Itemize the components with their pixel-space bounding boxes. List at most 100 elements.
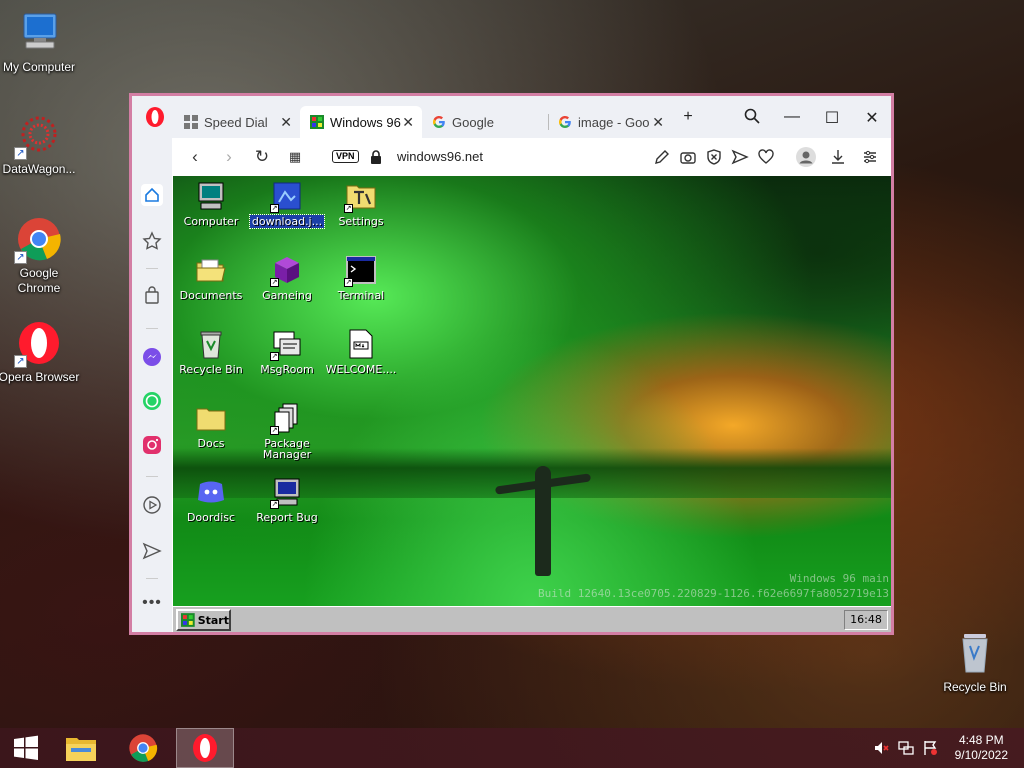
w96-icon-report-bug[interactable]: ↗ Report Bug — [249, 476, 325, 523]
download-icon[interactable] — [829, 148, 847, 166]
url-field[interactable]: windows96.net — [397, 149, 483, 164]
build-watermark-build: Build 12640.13ce0705.220829-1126.f62e669… — [538, 587, 889, 600]
w96-icon-label: Documents — [179, 289, 243, 302]
desktop-icon-opera-browser[interactable]: ↗ Opera Browser — [0, 320, 81, 385]
w96-icon-recycle-bin[interactable]: Recycle Bin — [173, 328, 249, 375]
sidebar-divider — [146, 268, 158, 269]
close-window-button[interactable]: ✕ — [860, 108, 884, 128]
w96-icon-label: Gameing — [262, 289, 312, 302]
w96-start-button[interactable]: Start — [176, 609, 231, 631]
instagram-icon[interactable] — [141, 434, 163, 456]
shortcut-arrow-icon: ↗ — [14, 147, 27, 160]
opera-menu-icon[interactable] — [144, 106, 166, 128]
package-manager-icon: ↗ — [270, 402, 303, 435]
close-tab-icon[interactable]: ✕ — [652, 114, 664, 131]
google-icon — [433, 116, 445, 128]
computer-icon — [195, 180, 227, 212]
easy-setup-icon[interactable] — [861, 148, 879, 166]
sidebar-divider — [146, 476, 158, 477]
close-tab-icon[interactable]: ✕ — [402, 114, 414, 131]
reload-button[interactable]: ↻ — [251, 147, 273, 167]
send-icon[interactable] — [731, 148, 749, 166]
shortcut-arrow-icon: ↗ — [270, 204, 279, 213]
network-icon[interactable] — [898, 740, 914, 756]
send-flow-icon[interactable] — [141, 540, 163, 562]
heart-icon[interactable] — [757, 148, 775, 166]
w96-icon-settings[interactable]: ↗ Settings — [323, 180, 399, 227]
minimize-button[interactable]: — — [780, 108, 804, 126]
w96-icon-package-manager[interactable]: ↗ Package Manager — [249, 402, 325, 460]
computer-icon — [16, 10, 62, 56]
report-bug-icon: ↗ — [270, 476, 303, 509]
taskbar-file-explorer[interactable] — [55, 728, 107, 768]
windows-taskbar: 4:48 PM 9/10/2022 — [0, 728, 1024, 768]
desktop-icon-label: DataWagon... — [2, 162, 76, 176]
desktop-icon-label: My Computer — [2, 60, 76, 74]
start-button[interactable] — [0, 728, 52, 768]
w96-icon-documents[interactable]: Documents — [173, 254, 249, 301]
w96-icon-label: Computer — [183, 215, 239, 228]
opera-icon: ↗ — [14, 320, 62, 368]
w96-icon-terminal[interactable]: ↗ Terminal — [323, 254, 399, 301]
wallpaper-figure — [535, 466, 551, 576]
forward-button[interactable]: › — [218, 147, 240, 167]
shopping-bag-icon[interactable] — [141, 284, 163, 306]
taskbar-opera[interactable] — [176, 728, 234, 768]
w96-clock: 16:48 — [844, 610, 888, 630]
desktop-icon-recycle-bin[interactable]: Recycle Bin — [933, 630, 1017, 695]
player-icon[interactable] — [141, 494, 163, 516]
taskbar-clock[interactable]: 4:48 PM 9/10/2022 — [955, 733, 1008, 763]
taskbar-chrome[interactable] — [117, 728, 169, 768]
desktop-icon-my-computer[interactable]: My Computer — [0, 10, 81, 75]
shortcut-arrow-icon: ↗ — [344, 204, 353, 213]
edit-icon[interactable] — [653, 148, 671, 166]
recycle-bin-icon — [952, 630, 998, 676]
opera-icon — [193, 734, 217, 762]
vpn-badge[interactable]: VPN — [332, 150, 359, 163]
back-button[interactable]: ‹ — [184, 147, 206, 167]
w96-icon-doordisc[interactable]: Doordisc — [173, 476, 249, 523]
google-icon — [559, 116, 571, 128]
shortcut-arrow-icon: ↗ — [14, 251, 27, 264]
folder-icon — [195, 402, 227, 434]
desktop-icon-google-chrome[interactable]: ↗ Google Chrome — [0, 216, 81, 296]
tab-google[interactable]: Google — [422, 106, 549, 138]
whatsapp-icon[interactable] — [141, 390, 163, 412]
bookmarks-icon[interactable] — [141, 230, 163, 252]
messenger-icon[interactable] — [141, 346, 163, 368]
maximize-button[interactable]: ☐ — [820, 108, 844, 128]
w96-icon-label: MsgRoom — [260, 363, 314, 376]
recycle-bin-icon — [195, 328, 227, 360]
w96-icon-download-jpg[interactable]: ↗ download.j... — [248, 180, 326, 229]
image-file-icon: ↗ — [270, 180, 303, 213]
w96-icon-label: Docs — [197, 437, 225, 450]
avatar-icon[interactable] — [796, 147, 816, 167]
windows96-desktop[interactable]: Computer Documents Recycle Bin Docs Door… — [173, 176, 891, 606]
sidebar-divider — [146, 578, 158, 579]
w96-icon-gameing[interactable]: ↗ Gameing — [249, 254, 325, 301]
tab-windows-96[interactable]: Windows 96 ✕ — [300, 106, 422, 138]
w96-taskbar: Start 16:48 — [173, 606, 891, 632]
more-icon[interactable]: ••• — [141, 594, 163, 616]
shortcut-arrow-icon: ↗ — [270, 426, 279, 435]
search-tabs-icon[interactable] — [740, 108, 764, 129]
action-center-flag-icon[interactable] — [922, 740, 938, 756]
lock-icon[interactable] — [369, 149, 383, 165]
w96-icon-welcome[interactable]: WELCOME.... — [323, 328, 399, 375]
w96-icon-label: Settings — [338, 215, 384, 228]
w96-icon-computer[interactable]: Computer — [173, 180, 249, 227]
tab-snapshot-icon[interactable]: ▦ — [284, 149, 306, 165]
new-tab-button[interactable]: + — [676, 108, 700, 126]
w96-icon-msgroom[interactable]: ↗ MsgRoom — [249, 328, 325, 375]
volume-muted-icon[interactable] — [873, 740, 889, 756]
tab-speed-dial[interactable]: Speed Dial ✕ — [174, 106, 300, 138]
address-bar: ‹ › ↻ ▦ VPN windows96.net — [172, 138, 891, 176]
close-tab-icon[interactable]: ✕ — [280, 114, 292, 131]
ad-block-icon[interactable] — [705, 148, 723, 166]
desktop-icon-datawagon[interactable]: ↗ DataWagon... — [0, 112, 81, 177]
tab-image-google[interactable]: image - Goo ✕ — [548, 106, 672, 138]
w96-icon-docs[interactable]: Docs — [173, 402, 249, 449]
tab-bar: Speed Dial ✕ Windows 96 ✕ Google image -… — [132, 96, 891, 138]
camera-icon[interactable] — [679, 148, 697, 166]
home-icon[interactable] — [141, 184, 163, 206]
